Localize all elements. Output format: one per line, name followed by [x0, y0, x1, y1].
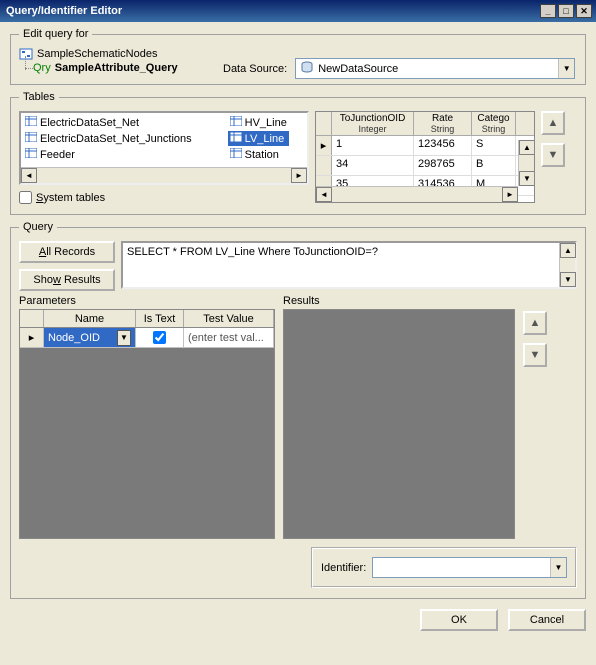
table-item[interactable]: Feeder: [23, 147, 194, 162]
query-group: Query All Records Show Results SELECT * …: [10, 221, 586, 599]
qry-prefix: Qry: [33, 62, 51, 74]
maximize-button[interactable]: □: [558, 4, 574, 18]
params-header-testvalue[interactable]: Test Value: [184, 310, 274, 327]
chevron-down-icon[interactable]: ▼: [117, 330, 131, 346]
param-name-combo[interactable]: Node_OID ▼: [44, 328, 135, 347]
identifier-label: Identifier:: [321, 562, 366, 574]
grid-row[interactable]: ▸ 1 123456 S: [316, 136, 534, 156]
datasource-icon: [300, 60, 314, 77]
table-icon: [230, 148, 242, 161]
results-grid[interactable]: [283, 309, 515, 539]
scroll-up-icon[interactable]: ▲: [560, 243, 576, 258]
show-results-button[interactable]: Show Results: [19, 269, 115, 291]
tree-root-label: SampleSchematicNodes: [37, 48, 157, 60]
qry-name: SampleAttribute_Query: [55, 62, 178, 74]
sql-vscrollbar[interactable]: ▲ ▼: [559, 243, 575, 287]
param-istext-checkbox[interactable]: [153, 331, 166, 344]
params-row[interactable]: ▸ Node_OID ▼ (enter test val...: [20, 328, 274, 348]
chevron-down-icon[interactable]: ▼: [550, 558, 566, 577]
system-tables-label[interactable]: System tables: [36, 192, 105, 204]
tables-legend: Tables: [19, 91, 59, 103]
table-icon: [25, 148, 37, 161]
grid-row[interactable]: 34 298765 B: [316, 156, 534, 176]
table-item[interactable]: ElectricDataSet_Net: [23, 115, 194, 130]
scroll-down-icon[interactable]: ▼: [560, 272, 576, 287]
datasource-label: Data Source:: [223, 63, 287, 75]
results-label: Results: [283, 295, 515, 307]
titlebar[interactable]: Query/Identifier Editor _ □ ✕: [0, 0, 596, 22]
system-tables-checkbox[interactable]: [19, 191, 32, 204]
scroll-left-icon[interactable]: ◄: [21, 168, 37, 183]
table-icon: [25, 132, 37, 145]
tables-hscrollbar[interactable]: ◄ ►: [21, 167, 307, 183]
datasource-value: NewDataSource: [318, 63, 398, 75]
table-item[interactable]: Station: [228, 147, 289, 162]
params-header-istext[interactable]: Is Text: [136, 310, 184, 327]
query-tree[interactable]: SampleSchematicNodes Qry SampleAttribute…: [19, 48, 199, 74]
col-header[interactable]: ToJunctionOID: [334, 113, 411, 124]
table-item[interactable]: HV_Line: [228, 115, 289, 130]
param-testvalue-cell[interactable]: (enter test val...: [184, 328, 274, 347]
table-icon: [230, 116, 242, 129]
window-title: Query/Identifier Editor: [6, 5, 122, 17]
datasource-combo[interactable]: NewDataSource ▼: [295, 58, 575, 79]
params-grid[interactable]: Name Is Text Test Value ▸ Node_OID ▼: [19, 309, 275, 539]
move-down-button[interactable]: ▼: [541, 143, 565, 167]
edit-query-legend: Edit query for: [19, 28, 92, 40]
current-row-icon: ▸: [316, 136, 332, 155]
table-item[interactable]: ElectricDataSet_Net_Junctions: [23, 131, 194, 146]
params-label: Parameters: [19, 295, 275, 307]
edit-query-group: Edit query for SampleSchematicNodes Qry …: [10, 28, 586, 85]
sql-textarea[interactable]: SELECT * FROM LV_Line Where ToJunctionOI…: [121, 241, 577, 289]
table-item-selected[interactable]: LV_Line: [228, 131, 289, 146]
tables-list[interactable]: ElectricDataSet_Net ElectricDataSet_Net_…: [19, 111, 309, 185]
params-header-name[interactable]: Name: [44, 310, 136, 327]
row-header-col: [20, 310, 44, 327]
grid-hscrollbar[interactable]: ◄ ►: [316, 186, 518, 202]
tree-child-qry[interactable]: Qry SampleAttribute_Query: [33, 62, 199, 74]
results-down-button[interactable]: ▼: [523, 343, 547, 367]
query-legend: Query: [19, 221, 57, 233]
table-icon: [230, 132, 242, 145]
identifier-group: Identifier: ▼: [311, 547, 577, 588]
sql-text: SELECT * FROM LV_Line Where ToJunctionOI…: [127, 246, 378, 258]
chevron-down-icon[interactable]: ▼: [558, 59, 574, 78]
identifier-combo[interactable]: ▼: [372, 557, 567, 578]
move-up-button[interactable]: ▲: [541, 111, 565, 135]
table-icon: [25, 116, 37, 129]
ok-button[interactable]: OK: [420, 609, 498, 631]
all-records-button[interactable]: All Records: [19, 241, 115, 263]
cancel-button[interactable]: Cancel: [508, 609, 586, 631]
tables-group: Tables ElectricDataSet_Net ElectricDataS…: [10, 91, 586, 215]
current-row-icon: ▸: [20, 328, 44, 347]
scroll-right-icon[interactable]: ►: [291, 168, 307, 183]
grid-vscrollbar[interactable]: ▲ ▼: [518, 140, 534, 186]
scroll-down-icon[interactable]: ▼: [519, 171, 535, 186]
close-button[interactable]: ✕: [576, 4, 592, 18]
preview-grid[interactable]: ToJunctionOIDInteger RateString CategoSt…: [315, 111, 535, 203]
col-header[interactable]: Rate: [416, 113, 469, 124]
col-header[interactable]: Catego: [474, 113, 513, 124]
scroll-left-icon[interactable]: ◄: [316, 187, 332, 202]
scroll-up-icon[interactable]: ▲: [519, 140, 535, 155]
scroll-right-icon[interactable]: ►: [502, 187, 518, 202]
minimize-button[interactable]: _: [540, 4, 556, 18]
results-up-button[interactable]: ▲: [523, 311, 547, 335]
